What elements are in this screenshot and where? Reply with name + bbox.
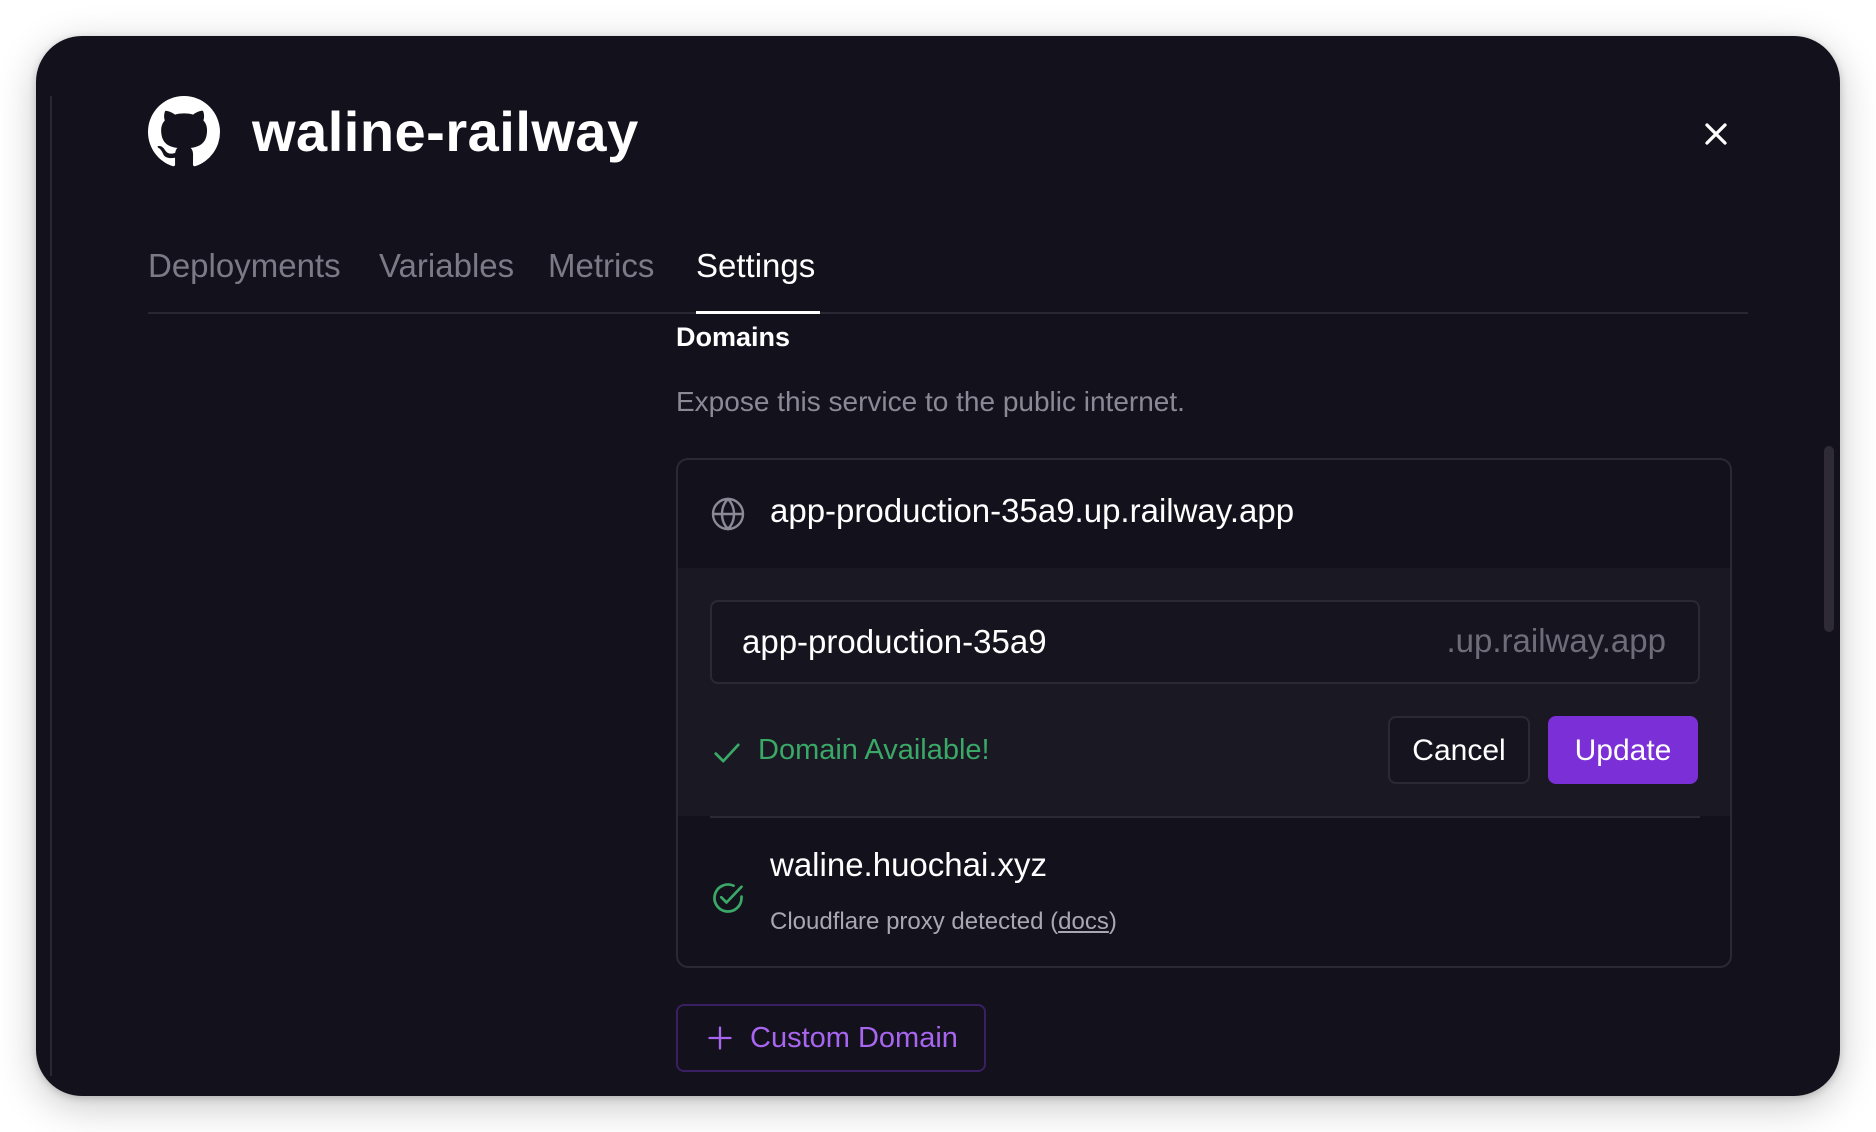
domain-input-container: .up.railway.app <box>710 600 1700 684</box>
tab-bar: Deployments Variables Metrics Settings <box>148 236 1748 314</box>
railway-domain-row[interactable]: app-production-35a9.up.railway.app <box>678 460 1730 568</box>
domains-heading: Domains <box>676 322 791 352</box>
cancel-button[interactable]: Cancel <box>1388 716 1530 784</box>
note-prefix: Cloudflare proxy detected ( <box>770 908 1059 935</box>
service-title: waline-railway <box>252 100 639 163</box>
service-modal: waline-railway Deployments Variables Met… <box>36 36 1840 1096</box>
check-icon <box>714 743 740 763</box>
railway-domain-value: app-production-35a9.up.railway.app <box>770 492 1295 529</box>
scrollbar-thumb[interactable] <box>1824 446 1834 632</box>
subdomain-input[interactable] <box>742 602 1382 682</box>
domain-edit-panel: .up.railway.app Domain Available! Cancel… <box>678 568 1730 816</box>
domain-suffix: .up.railway.app <box>1446 622 1666 659</box>
docs-link[interactable]: docs <box>1058 908 1109 935</box>
custom-domain-name: waline.huochai.xyz <box>770 846 1047 883</box>
tab-settings[interactable]: Settings <box>696 236 815 296</box>
verified-check-circle-icon <box>713 883 743 913</box>
screen: waline-railway Deployments Variables Met… <box>0 0 1876 1132</box>
close-icon[interactable] <box>1698 116 1734 152</box>
add-custom-domain-button[interactable]: Custom Domain <box>676 1004 986 1072</box>
globe-icon <box>711 497 745 531</box>
note-suffix: ) <box>1108 908 1117 935</box>
cloudflare-proxy-note: Cloudflare proxy detected (docs) <box>770 908 1117 936</box>
domains-description: Expose this service to the public intern… <box>676 386 1185 417</box>
domain-availability-status: Domain Available! <box>758 734 990 766</box>
active-tab-indicator <box>696 311 820 314</box>
add-custom-domain-label: Custom Domain <box>750 1022 958 1054</box>
tab-metrics[interactable]: Metrics <box>548 236 654 296</box>
domains-card: app-production-35a9.up.railway.app .up.r… <box>676 458 1732 968</box>
tab-deployments[interactable]: Deployments <box>148 236 341 296</box>
github-icon <box>148 96 220 167</box>
update-button[interactable]: Update <box>1548 716 1698 784</box>
modal-edge-divider <box>50 96 52 1076</box>
tab-variables[interactable]: Variables <box>379 236 514 296</box>
plus-icon <box>708 1026 732 1050</box>
custom-domain-row[interactable]: waline.huochai.xyz Cloudflare proxy dete… <box>678 818 1730 966</box>
